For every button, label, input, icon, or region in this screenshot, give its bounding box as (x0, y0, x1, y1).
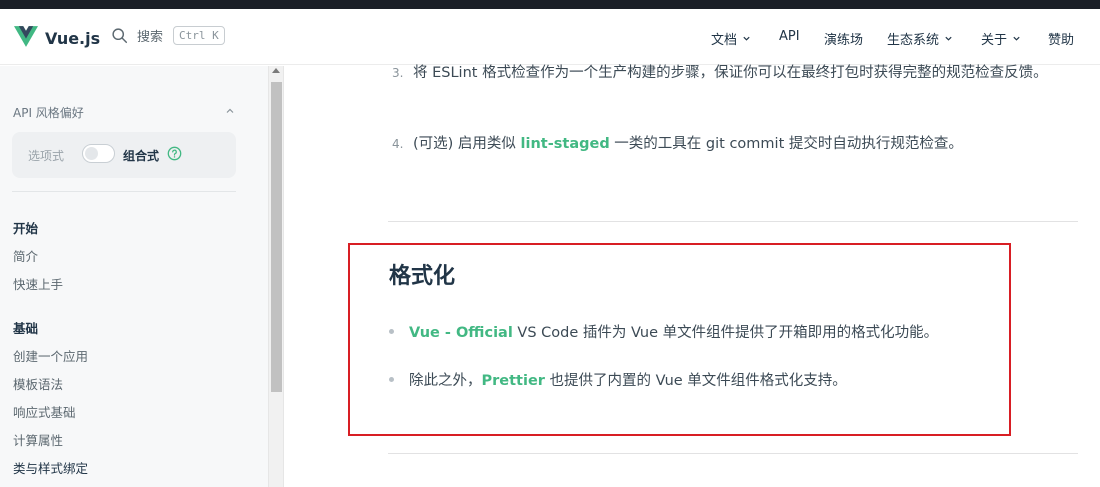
list-number: 3. (392, 66, 404, 80)
search-label: 搜索 (137, 30, 164, 45)
api-preference-heading: API 风格偏好 (13, 106, 84, 120)
chevron-down-icon (945, 36, 952, 41)
scroll-up-arrow-icon[interactable] (272, 68, 280, 73)
section-divider (388, 453, 1078, 454)
sidebar-item-computed[interactable]: 计算属性 (13, 430, 63, 449)
list-number: 4. (392, 137, 404, 151)
options-api-label[interactable]: 选项式 (28, 147, 64, 164)
chevron-down-icon (1013, 36, 1020, 41)
chevron-up-icon[interactable] (225, 106, 235, 116)
search-shortcut-badge: Ctrl K (173, 26, 225, 45)
scrollbar-thumb[interactable] (271, 82, 282, 392)
sidebar-item-create-app[interactable]: 创建一个应用 (13, 346, 88, 365)
nav-item-label: 赞助 (1048, 33, 1075, 48)
vue-logo-link[interactable]: Vue.js (13, 26, 101, 51)
sidebar-item-reactivity[interactable]: 响应式基础 (13, 402, 76, 421)
lint-staged-link[interactable]: lint-staged (521, 136, 610, 152)
vue-logo-icon (13, 26, 38, 51)
sidebar-item-template-syntax[interactable]: 模板语法 (13, 374, 63, 393)
section-divider (388, 221, 1078, 222)
help-icon[interactable] (167, 146, 182, 161)
sidebar: API 风格偏好 选项式 组合式 开始 简介 快速上手 基础 创建一个应用 模板… (0, 66, 268, 487)
text-after-link: 一类的工具在 git commit 提交时自动执行规范检查。 (609, 136, 963, 152)
nav-item-label: 生态系统 (887, 33, 940, 48)
composition-api-label[interactable]: 组合式 (123, 147, 159, 164)
search-button[interactable]: 搜索 Ctrl K (111, 26, 225, 45)
nav-item-label: 演练场 (824, 33, 864, 48)
nav-ecosystem-dropdown[interactable]: 生态系统 (887, 29, 953, 48)
list-item-text: (可选) 启用类似 lint-staged 一类的工具在 git commit … (413, 131, 1078, 158)
text-before-link: (可选) 启用类似 (413, 136, 521, 152)
list-item-text: 将 ESLint 格式检查作为一个生产构建的步骤，保证你可以在最终打包时获得完整… (413, 65, 1048, 81)
sidebar-divider (12, 191, 236, 192)
toggle-knob (85, 147, 98, 160)
nav-item-label: 文档 (711, 33, 738, 48)
highlight-annotation-box (348, 243, 1011, 436)
window-top-strip (0, 0, 1100, 9)
chevron-down-icon (743, 36, 750, 41)
search-icon (111, 27, 128, 44)
sidebar-section-title: 基础 (13, 321, 39, 336)
sidebar-scrollbar[interactable] (268, 66, 284, 487)
nav-item-label: 关于 (981, 33, 1008, 48)
nav-playground-link[interactable]: 演练场 (824, 29, 863, 48)
api-preference-switch-box: 选项式 组合式 (12, 132, 236, 178)
sidebar-section-title: 开始 (13, 221, 39, 236)
nav-docs-dropdown[interactable]: 文档 (711, 29, 751, 48)
api-style-toggle[interactable] (82, 144, 115, 163)
logo-text: Vue.js (45, 29, 101, 48)
nav-sponsor-link[interactable]: 赞助 (1048, 29, 1074, 48)
sidebar-item-introduction[interactable]: 简介 (13, 246, 38, 265)
nav-item-label: API (779, 29, 800, 44)
nav-about-dropdown[interactable]: 关于 (981, 29, 1021, 48)
sidebar-item-quick-start[interactable]: 快速上手 (13, 274, 63, 293)
top-navbar: Vue.js 搜索 Ctrl K 文档 API 演练场 生态系统 关于 赞助 (0, 9, 1100, 65)
sidebar-item-class-style-binding[interactable]: 类与样式绑定 (13, 458, 88, 477)
nav-api-link[interactable]: API (779, 29, 800, 44)
